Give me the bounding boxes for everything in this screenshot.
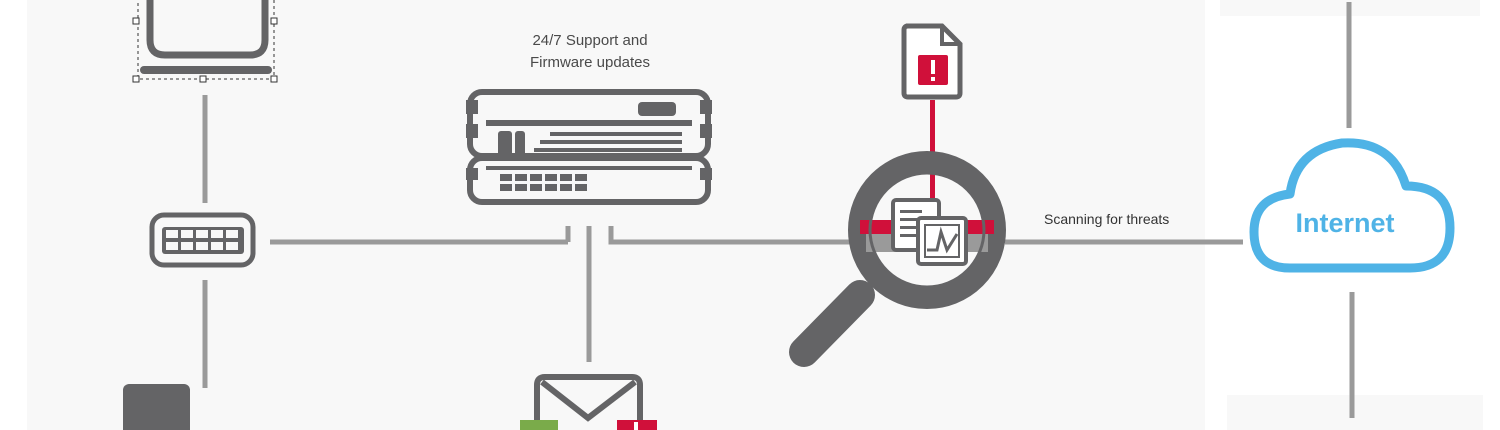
internet-label: Internet (1295, 208, 1395, 238)
firewall-appliance-icon (466, 89, 712, 205)
mail-icon (520, 374, 657, 430)
connector-lines (202, 2, 1355, 418)
tablet-device-icon (132, 0, 278, 83)
line-firewall-to-scanner (608, 226, 855, 245)
support-caption-line1: 24/7 Support and (532, 32, 648, 49)
magnifier-scanner-icon (789, 151, 1006, 367)
desktop-device-icon (123, 384, 190, 430)
support-caption: 24/7 Support and Firmware updates (500, 30, 680, 74)
support-caption-line2: Firmware updates (529, 54, 651, 71)
scanning-caption: Scanning for threats (1044, 211, 1170, 227)
alert-document-icon (901, 23, 963, 100)
network-switch-icon (149, 212, 256, 268)
mail-green-badge (520, 420, 558, 430)
